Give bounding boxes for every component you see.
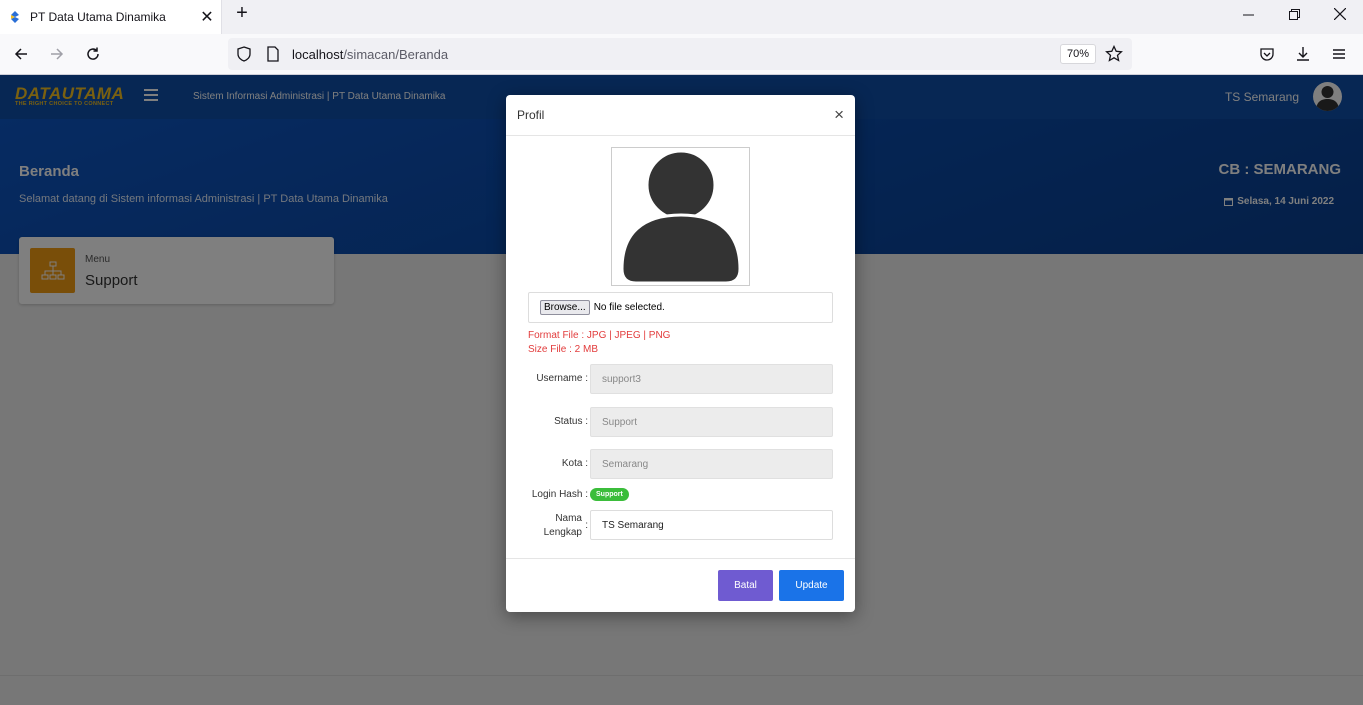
nama-lengkap-field[interactable]: TS Semarang — [590, 510, 833, 540]
bookmark-star-icon[interactable] — [1105, 45, 1123, 63]
username-label: Username : — [536, 373, 588, 384]
status-label: Status : — [554, 416, 588, 427]
page-content: DATAUTAMA THE RIGHT CHOICE TO CONNECT Si… — [0, 75, 1363, 705]
pocket-icon[interactable] — [1254, 41, 1280, 67]
favicon-icon — [8, 10, 22, 24]
page-info-icon[interactable] — [266, 46, 280, 62]
nama-label-colon: : — [585, 520, 588, 531]
file-upload-input[interactable]: Browse... No file selected. — [528, 292, 833, 323]
kota-label: Kota : — [561, 458, 588, 469]
status-field[interactable]: Support — [590, 407, 833, 437]
login-hash-badge: Support — [590, 488, 629, 501]
browser-tab-bar: PT Data Utama Dinamika ✕ + — [0, 0, 1363, 34]
browser-tab[interactable]: PT Data Utama Dinamika ✕ — [0, 0, 222, 34]
downloads-icon[interactable] — [1290, 41, 1316, 67]
kota-field[interactable]: Semarang — [590, 449, 833, 479]
modal-title: Profil — [517, 108, 545, 122]
url-text: localhost/simacan/Beranda — [292, 46, 449, 62]
close-icon[interactable]: × — [834, 106, 844, 123]
close-window-icon[interactable] — [1317, 0, 1363, 28]
file-status: No file selected. — [593, 302, 665, 313]
minimize-icon[interactable] — [1225, 0, 1271, 28]
reload-icon[interactable] — [80, 41, 106, 67]
login-hash-label: Login Hash : — [531, 489, 588, 500]
format-hint: Format File : JPG | JPEG | PNG — [528, 330, 671, 341]
tab-title: PT Data Utama Dinamika — [30, 10, 166, 24]
size-hint: Size File : 2 MB — [528, 344, 599, 355]
url-bar[interactable]: localhost/simacan/Beranda 70% — [228, 38, 1132, 70]
zoom-level[interactable]: 70% — [1060, 44, 1097, 64]
update-button[interactable]: Update — [779, 570, 844, 601]
modal-header: Profil × — [506, 95, 855, 136]
profile-photo — [611, 147, 750, 286]
shield-icon[interactable] — [236, 46, 252, 62]
profile-modal: Profil × Browse... No file selected. For… — [506, 95, 855, 612]
browse-button[interactable]: Browse... — [540, 300, 590, 315]
tab-close-icon[interactable]: ✕ — [193, 7, 221, 27]
new-tab-icon[interactable]: + — [231, 3, 253, 25]
modal-footer: Batal Update — [506, 558, 855, 612]
username-field[interactable]: support3 — [590, 364, 833, 394]
browser-nav-bar: localhost/simacan/Beranda 70% — [0, 34, 1363, 75]
cancel-button[interactable]: Batal — [718, 570, 773, 601]
forward-icon[interactable] — [44, 41, 70, 67]
menu-icon[interactable] — [1326, 41, 1352, 67]
restore-icon[interactable] — [1271, 0, 1317, 28]
back-icon[interactable] — [8, 41, 34, 67]
